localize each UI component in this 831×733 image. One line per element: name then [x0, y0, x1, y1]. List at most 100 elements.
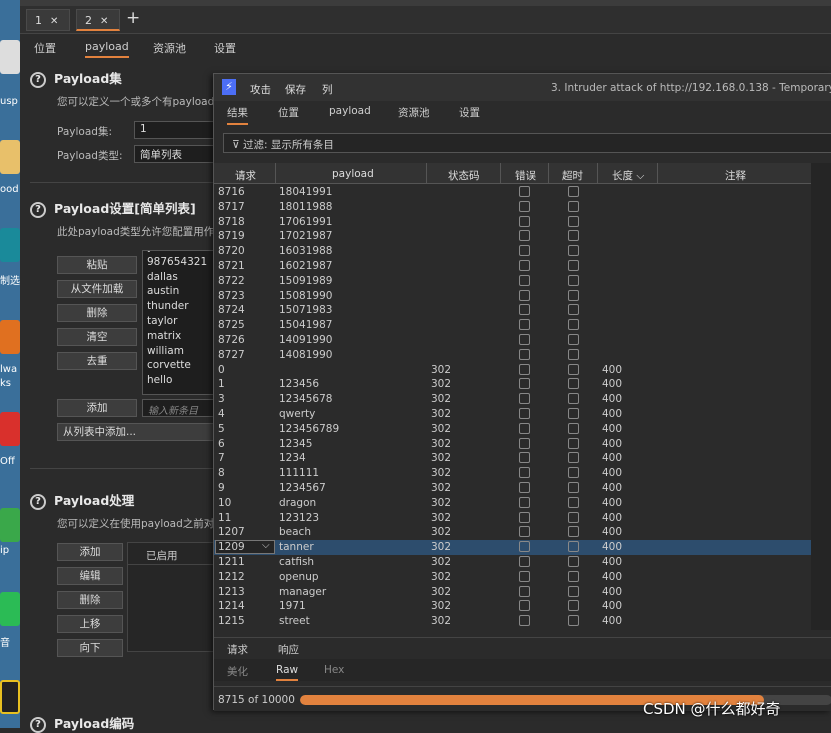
list-item[interactable]: dallas	[143, 271, 221, 286]
table-row[interactable]: 3 12345678 302 400	[214, 392, 811, 407]
error-checkbox[interactable]	[519, 570, 530, 582]
timeout-checkbox[interactable]	[568, 186, 579, 197]
error-checkbox[interactable]	[519, 615, 530, 627]
remove-rule-button[interactable]: 删除	[57, 591, 123, 609]
table-row[interactable]: 8718 17061991	[214, 215, 811, 230]
table-row[interactable]: 1 123456 302 400	[214, 377, 811, 392]
table-row[interactable]: 1207 beach 302 400	[214, 525, 811, 540]
help-icon[interactable]: ?	[30, 493, 46, 510]
menu-columns[interactable]: 列	[322, 82, 333, 97]
error-checkbox[interactable]	[519, 333, 530, 345]
column-header-error[interactable]: 错误	[515, 168, 536, 183]
timeout-checkbox[interactable]	[568, 541, 579, 553]
results-scrollbar[interactable]	[811, 163, 831, 630]
timeout-checkbox[interactable]	[568, 230, 579, 242]
table-row[interactable]: 8724 15071983	[214, 303, 811, 318]
timeout-checkbox[interactable]	[568, 585, 579, 597]
error-checkbox[interactable]	[519, 274, 530, 286]
table-row[interactable]: 4 qwerty 302 400	[214, 407, 811, 422]
column-header-request[interactable]: 请求	[235, 168, 256, 183]
tab-pretty[interactable]: 美化	[227, 664, 248, 679]
error-checkbox[interactable]	[519, 526, 530, 538]
timeout-checkbox[interactable]	[568, 452, 579, 464]
intruder-tab-2[interactable]: 2 ✕	[76, 9, 120, 31]
timeout-checkbox[interactable]	[568, 378, 579, 390]
error-checkbox[interactable]	[519, 393, 530, 405]
timeout-checkbox[interactable]	[568, 215, 579, 227]
error-checkbox[interactable]	[519, 467, 530, 479]
table-row[interactable]: 8716 18041991	[214, 185, 811, 200]
load-from-file-button[interactable]: 从文件加载	[57, 280, 137, 298]
error-checkbox[interactable]	[519, 215, 530, 227]
move-down-button[interactable]: 向下	[57, 639, 123, 657]
table-row[interactable]: 8721 16021987	[214, 259, 811, 274]
intruder-tab-1[interactable]: 1 ✕	[26, 9, 70, 31]
error-checkbox[interactable]	[519, 200, 530, 212]
add-rule-button[interactable]: 添加	[57, 543, 123, 561]
error-checkbox[interactable]	[519, 422, 530, 434]
timeout-checkbox[interactable]	[568, 526, 579, 538]
help-icon[interactable]: ?	[30, 201, 46, 218]
list-item[interactable]: thunder	[143, 300, 221, 315]
table-row[interactable]: 1213 manager 302 400	[214, 585, 811, 600]
error-checkbox[interactable]	[519, 259, 530, 271]
tab-settings[interactable]: 设置	[459, 105, 480, 120]
tab-results[interactable]: 结果	[227, 105, 248, 125]
timeout-checkbox[interactable]	[568, 600, 579, 612]
tab-raw[interactable]: Raw	[276, 664, 299, 681]
error-checkbox[interactable]	[519, 555, 530, 567]
error-checkbox[interactable]	[519, 481, 530, 493]
tab-positions[interactable]: 位置	[278, 105, 299, 120]
error-checkbox[interactable]	[519, 600, 530, 612]
move-up-button[interactable]: 上移	[57, 615, 123, 633]
close-icon[interactable]: ✕	[50, 16, 58, 27]
add-tab-icon[interactable]: +	[126, 8, 140, 28]
timeout-checkbox[interactable]	[568, 511, 579, 523]
processing-rules-table[interactable]: 已启用	[127, 542, 227, 652]
error-checkbox[interactable]	[519, 378, 530, 390]
timeout-checkbox[interactable]	[568, 304, 579, 316]
error-checkbox[interactable]	[519, 452, 530, 464]
table-row[interactable]: 8720 16031988	[214, 244, 811, 259]
tab-positions[interactable]: 位置	[34, 40, 56, 56]
clear-button[interactable]: 清空	[57, 328, 137, 346]
column-header-status[interactable]: 状态码	[448, 168, 480, 183]
timeout-checkbox[interactable]	[568, 422, 579, 434]
deduplicate-button[interactable]: 去重	[57, 352, 137, 370]
error-checkbox[interactable]	[519, 289, 530, 301]
tab-settings[interactable]: 设置	[214, 40, 236, 56]
column-header-comment[interactable]: 注释	[725, 168, 746, 183]
error-checkbox[interactable]	[519, 511, 530, 523]
new-item-input[interactable]: 输入新条目	[142, 399, 222, 417]
remove-button[interactable]: 删除	[57, 304, 137, 322]
table-row[interactable]: 1212 openup 302 400	[214, 570, 811, 585]
filter-bar[interactable]: ⊽ 过滤: 显示所有条目	[223, 133, 831, 153]
desktop-vmware-icon[interactable]	[0, 320, 20, 354]
help-icon[interactable]: ?	[30, 716, 46, 733]
error-checkbox[interactable]	[519, 407, 530, 419]
close-icon[interactable]: ✕	[100, 16, 108, 27]
timeout-checkbox[interactable]	[568, 481, 579, 493]
list-item[interactable]: taylor	[143, 315, 221, 330]
error-checkbox[interactable]	[519, 304, 530, 316]
edit-rule-button[interactable]: 编辑	[57, 567, 123, 585]
column-header-length[interactable]: 长度 ⌵	[612, 168, 644, 183]
table-row[interactable]: 1211 catfish 302 400	[214, 555, 811, 570]
list-item[interactable]: 987654321	[143, 256, 221, 271]
tab-hex[interactable]: Hex	[324, 664, 344, 676]
table-row[interactable]: 10 dragon 302 400	[214, 496, 811, 511]
table-row[interactable]: 8725 15041987	[214, 318, 811, 333]
desktop-app-icon[interactable]	[0, 508, 20, 542]
error-checkbox[interactable]	[519, 541, 530, 553]
list-item[interactable]: matrix	[143, 330, 221, 345]
payload-set-select[interactable]: 1	[134, 121, 224, 139]
timeout-checkbox[interactable]	[568, 319, 579, 331]
timeout-checkbox[interactable]	[568, 393, 579, 405]
table-row[interactable]: 8717 18011988	[214, 200, 811, 215]
desktop-app-icon[interactable]	[0, 680, 20, 714]
tab-resource-pool[interactable]: 资源池	[398, 105, 430, 120]
table-row[interactable]: 8722 15091989	[214, 274, 811, 289]
error-checkbox[interactable]	[519, 496, 530, 508]
menu-attack[interactable]: 攻击	[250, 82, 271, 97]
error-checkbox[interactable]	[519, 363, 530, 375]
